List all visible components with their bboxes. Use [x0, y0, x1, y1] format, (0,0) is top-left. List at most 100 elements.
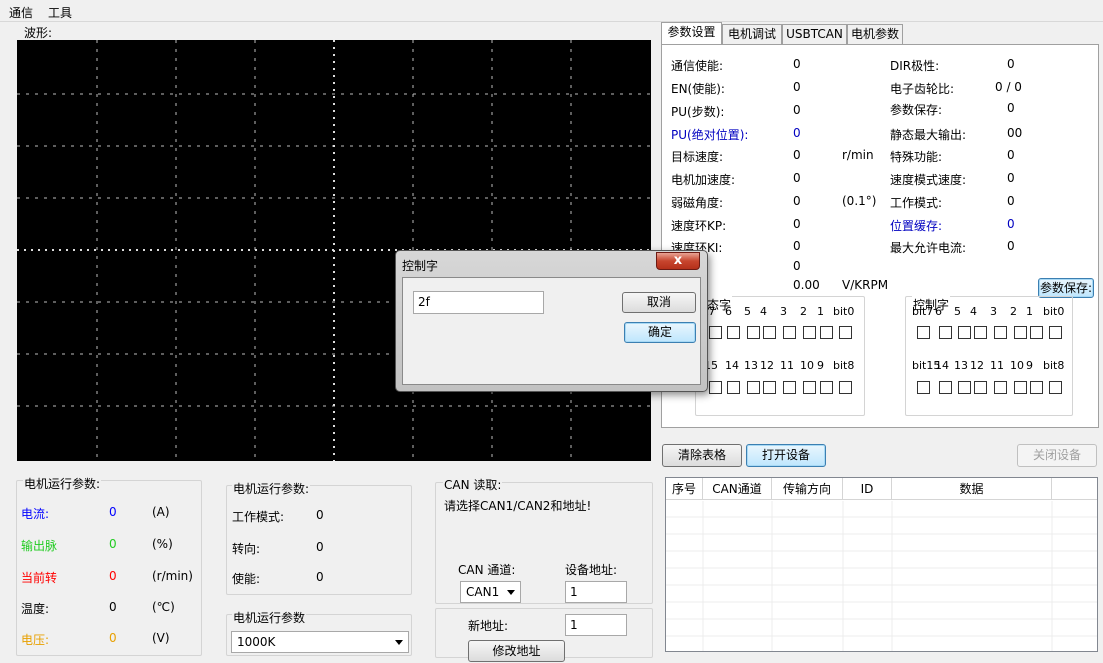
param-value: 0	[1007, 194, 1015, 208]
param-value: 0	[1007, 217, 1015, 231]
bit-checkbox[interactable]	[803, 381, 816, 394]
menu-bar: 通信 工具	[0, 0, 1103, 22]
clear-table-button[interactable]: 清除表格	[662, 444, 742, 467]
bit-checkbox[interactable]	[958, 381, 971, 394]
bit-checkbox[interactable]	[747, 381, 760, 394]
bit-checkbox[interactable]	[803, 326, 816, 339]
param-value: 0	[793, 148, 801, 162]
motor-param-label: 温度:	[21, 602, 50, 616]
param-label: 通信使能:	[671, 59, 724, 73]
bit-checkbox[interactable]	[820, 381, 833, 394]
bit-checkbox[interactable]	[709, 381, 722, 394]
menu-tools[interactable]: 工具	[48, 4, 72, 21]
param-value: 0	[793, 239, 801, 253]
bit-checkbox[interactable]	[917, 381, 930, 394]
param-value: 0	[1007, 57, 1015, 71]
col-direction[interactable]: 传输方向	[772, 478, 843, 500]
bit-checkbox[interactable]	[763, 381, 776, 394]
can-read-title: CAN 读取:	[443, 476, 503, 493]
control-word-dialog: 控制字 x 2f 取消 确定	[395, 250, 708, 392]
param-label: 速度环KP:	[671, 219, 727, 233]
param-label: 位置缓存:	[890, 219, 943, 233]
motor-params-3-title: 电机运行参数	[232, 609, 307, 626]
modify-addr-button[interactable]: 修改地址	[468, 640, 565, 662]
param-value: 0	[793, 194, 801, 208]
can-data-table[interactable]: 序号 CAN通道 传输方向 ID 数据	[665, 477, 1098, 652]
bit-label: 12	[970, 359, 984, 372]
bit-label: 4	[970, 305, 977, 318]
motor-param-label: 工作模式:	[232, 510, 285, 524]
bit-label: 14	[935, 359, 949, 372]
param-value: 0	[1007, 171, 1015, 185]
new-addr-input[interactable]: 1	[565, 614, 627, 636]
bit-checkbox[interactable]	[783, 326, 796, 339]
bit-checkbox[interactable]	[727, 381, 740, 394]
bit-checkbox[interactable]	[839, 381, 852, 394]
tab-motor-params[interactable]: 电机参数	[847, 24, 903, 44]
bit-checkbox[interactable]	[1049, 326, 1062, 339]
tab-usbtcan[interactable]: USBTCAN	[782, 24, 847, 44]
bit-checkbox[interactable]	[974, 381, 987, 394]
bit-checkbox[interactable]	[939, 381, 952, 394]
bit-checkbox[interactable]	[1049, 381, 1062, 394]
bit-checkbox[interactable]	[1014, 381, 1027, 394]
control-word-input[interactable]: 2f	[413, 291, 544, 314]
waveform-label: 波形:	[24, 26, 53, 40]
param-value: 0	[793, 171, 801, 185]
param-save-button[interactable]: 参数保存:	[1038, 278, 1094, 298]
motor-param-value: 0	[109, 631, 117, 645]
bit-checkbox[interactable]	[994, 326, 1007, 339]
bit-checkbox[interactable]	[939, 326, 952, 339]
ok-button[interactable]: 确定	[624, 322, 696, 343]
param-value: 0.00	[793, 278, 820, 292]
device-addr-input[interactable]: 1	[565, 581, 627, 603]
param-label: PU(绝对位置):	[671, 128, 749, 142]
menu-comm[interactable]: 通信	[9, 4, 33, 21]
baud-rate-select[interactable]: 1000K	[231, 631, 409, 653]
bit-checkbox[interactable]	[763, 326, 776, 339]
motor-param-value: 0	[316, 508, 324, 522]
bit-checkbox[interactable]	[783, 381, 796, 394]
motor-param-label: 转向:	[232, 542, 261, 556]
can-read-group: CAN 读取: 请选择CAN1/CAN2和地址! CAN 通道: 设备地址: C…	[435, 476, 653, 604]
motor-param-value: 0	[109, 600, 117, 614]
tab-param-settings[interactable]: 参数设置	[661, 22, 722, 44]
bit-checkbox[interactable]	[994, 381, 1007, 394]
motor-param-label: 电流:	[21, 507, 50, 521]
bit-checkbox[interactable]	[1014, 326, 1027, 339]
bit-label: 12	[760, 359, 774, 372]
param-label: 工作模式:	[890, 196, 943, 210]
tab-motor-debug[interactable]: 电机调试	[722, 24, 782, 44]
can-channel-select[interactable]: CAN1	[460, 581, 521, 603]
param-settings-panel: 通信使能: 0 EN(使能): 0 PU(步数): 0 PU(绝对位置): 0 目标速度: 0 r/…	[661, 44, 1099, 428]
col-id[interactable]: ID	[843, 478, 892, 500]
bit-checkbox[interactable]	[1030, 326, 1043, 339]
cancel-button[interactable]: 取消	[622, 292, 696, 313]
motor-param-unit: (r/min)	[152, 569, 193, 583]
new-addr-label: 新地址:	[468, 619, 509, 633]
col-data[interactable]: 数据	[892, 478, 1052, 500]
bit-checkbox[interactable]	[917, 326, 930, 339]
bit-checkbox[interactable]	[958, 326, 971, 339]
bit-checkbox[interactable]	[839, 326, 852, 339]
bit-label: 3	[780, 305, 787, 318]
param-value: 0	[793, 126, 801, 140]
param-unit: (0.1°)	[842, 194, 877, 208]
bit-label: 5	[744, 305, 751, 318]
bit-checkbox[interactable]	[747, 326, 760, 339]
bit-checkbox[interactable]	[974, 326, 987, 339]
device-addr-label: 设备地址:	[565, 563, 618, 577]
col-can-channel[interactable]: CAN通道	[703, 478, 772, 500]
motor-param-label: 使能:	[232, 572, 261, 586]
bit-checkbox[interactable]	[709, 326, 722, 339]
motor-param-value: 0	[109, 537, 117, 551]
dialog-title: 控制字	[402, 259, 439, 273]
bit-label: 2	[1010, 305, 1017, 318]
bit-checkbox[interactable]	[727, 326, 740, 339]
open-device-button[interactable]: 打开设备	[746, 444, 826, 467]
col-index[interactable]: 序号	[666, 478, 703, 500]
bit-checkbox[interactable]	[820, 326, 833, 339]
bit-checkbox[interactable]	[1030, 381, 1043, 394]
bit-label: bit8	[1043, 359, 1065, 372]
close-icon[interactable]: x	[656, 252, 700, 270]
